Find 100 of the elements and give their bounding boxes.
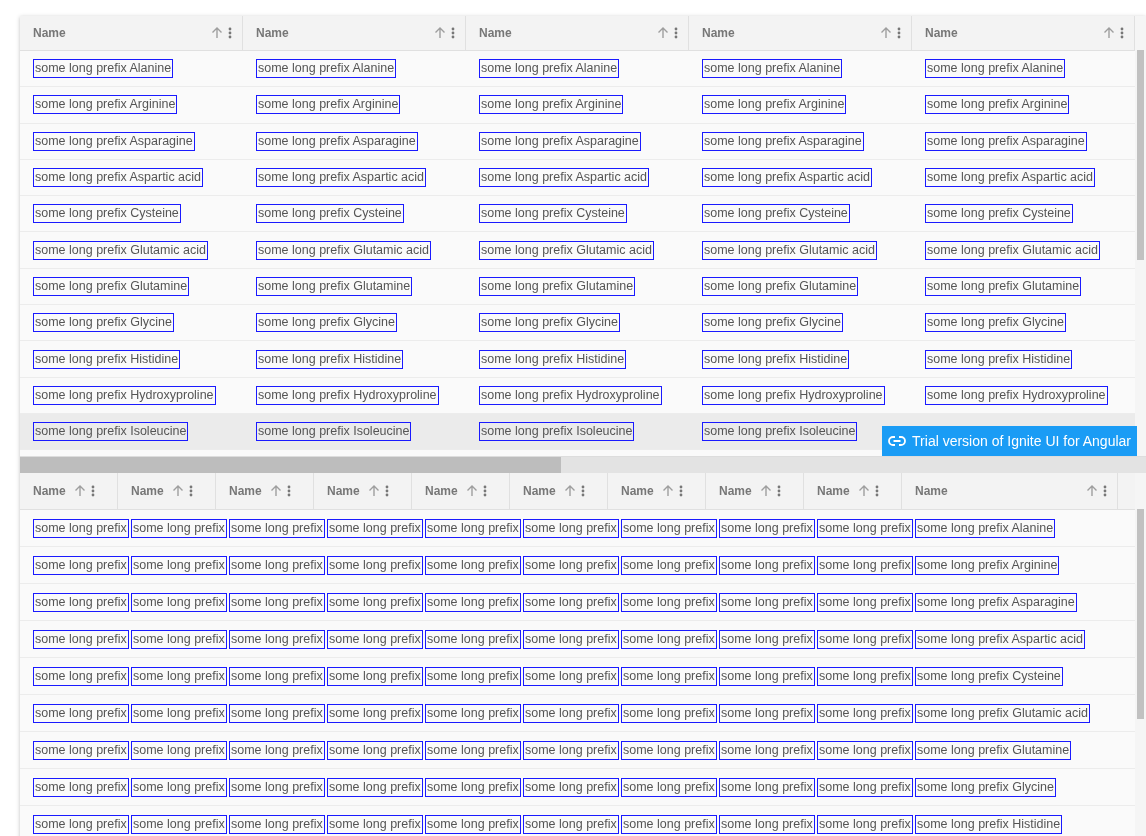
cell-text: some long prefix (229, 777, 325, 797)
sort-arrow-icon[interactable] (1086, 485, 1098, 498)
column-header[interactable]: Name (621, 484, 654, 499)
column-header[interactable]: Name (817, 484, 850, 499)
grid-row[interactable]: some long prefix Alanine some long prefix Alanine some long prefix Alanine some long prefix Alanine some long prefix Alanine (20, 51, 1135, 88)
cell-text: some long prefix Glycine (925, 313, 1066, 333)
more-options-icon[interactable] (482, 485, 487, 498)
more-options-icon[interactable] (1120, 27, 1124, 39)
grid-row[interactable]: some long prefix Aspartic acid some long prefix Aspartic acid some long prefix Aspartic acid some long prefix Aspartic acid some long prefix Aspartic acid (20, 159, 1135, 197)
cell-text: some long prefix (229, 518, 325, 538)
more-options-icon[interactable] (678, 485, 683, 498)
cell-text: some long prefix Aspartic acid (702, 168, 873, 188)
sort-arrow-icon[interactable] (211, 27, 223, 39)
cell-text: some long prefix (327, 666, 423, 686)
grid-row[interactable]: some long prefix Glutamine some long prefix Glutamine some long prefix Glutamine some long prefix Glutamine some long prefix Glutamine (20, 268, 1135, 306)
more-options-icon[interactable] (90, 485, 95, 498)
cell-text: some long prefix Glutamine (33, 276, 190, 296)
column-header[interactable]: Name (425, 484, 458, 499)
grid-row[interactable]: some long prefix some long prefix some long prefix some long prefix some long prefix some long prefix some long prefix some long prefix some long prefix some long prefix Glycine (20, 769, 1135, 807)
more-options-icon[interactable] (1103, 485, 1107, 498)
scrollbar-thumb[interactable] (1137, 50, 1144, 260)
column-header[interactable]: Name (33, 26, 66, 40)
grid-row[interactable]: some long prefix Arginine some long prefix Arginine some long prefix Arginine some long prefix Arginine some long prefix Arginine (20, 87, 1135, 124)
cell-text: some long prefix (33, 666, 129, 686)
cell-text: some long prefix (719, 814, 815, 834)
grid-row[interactable]: some long prefix some long prefix some long prefix some long prefix some long prefix some long prefix some long prefix some long prefix some long prefix some long prefix Glutamine (20, 732, 1135, 770)
sort-arrow-icon[interactable] (657, 27, 669, 39)
more-options-icon[interactable] (874, 485, 879, 498)
sort-arrow-icon[interactable] (1103, 27, 1115, 39)
grid-row[interactable]: some long prefix some long prefix some long prefix some long prefix some long prefix some long prefix some long prefix some long prefix some long prefix some long prefix Aspartic acid (20, 621, 1135, 659)
column-header[interactable]: Name (229, 484, 262, 499)
grid-row[interactable]: some long prefix Glutamic acid some long prefix Glutamic acid some long prefix Glutamic acid some long prefix Glutamic acid some long prefix Glutamic acid (20, 232, 1135, 269)
column-header[interactable]: Name (33, 484, 66, 499)
cell-text: some long prefix Asparagine (925, 131, 1087, 151)
more-options-icon[interactable] (580, 485, 585, 498)
column-header[interactable]: Name (256, 26, 289, 40)
column-header[interactable]: Name (131, 484, 164, 499)
column-header[interactable]: Name (915, 484, 948, 499)
cell-text: some long prefix Asparagine (479, 131, 641, 151)
cell-text: some long prefix (523, 703, 619, 723)
sort-arrow-icon[interactable] (73, 485, 86, 498)
column-header[interactable]: Name (479, 26, 512, 40)
cell-text: some long prefix Glutamine (479, 276, 636, 296)
grid-row[interactable]: some long prefix Histidine some long prefix Histidine some long prefix Histidine some long prefix Histidine some long prefix Histidine (20, 341, 1135, 378)
grid-row[interactable]: some long prefix Cysteine some long prefix Cysteine some long prefix Cysteine some long prefix Cysteine some long prefix Cysteine (20, 196, 1135, 233)
cell-text: some long prefix Histidine (479, 349, 627, 369)
grid-row[interactable]: some long prefix some long prefix some long prefix some long prefix some long prefix some long prefix some long prefix some long prefix some long prefix some long prefix Alanine (20, 510, 1135, 548)
more-options-icon[interactable] (188, 485, 193, 498)
grid-row[interactable]: some long prefix Hydroxyproline some long prefix Hydroxyproline some long prefix Hydroxyproline some long prefix Hydroxyproline some long prefix Hydroxyproline (20, 377, 1135, 414)
sort-arrow-icon[interactable] (563, 485, 576, 498)
cell-text: some long prefix Asparagine (33, 131, 195, 151)
cell-text: some long prefix Hydroxyproline (33, 385, 216, 405)
grid-row[interactable]: some long prefix some long prefix some long prefix some long prefix some long prefix some long prefix some long prefix some long prefix some long prefix some long prefix Cysteine (20, 658, 1135, 696)
grid-row[interactable]: some long prefix Glycine some long prefix Glycine some long prefix Glycine some long prefix Glycine some long prefix Glycine (20, 305, 1135, 342)
sort-arrow-icon[interactable] (171, 485, 184, 498)
cell-text: some long prefix Glutamic acid (479, 240, 654, 260)
scrollbar-thumb[interactable] (20, 457, 561, 474)
grid-row[interactable]: some long prefix Asparagine some long prefix Asparagine some long prefix Asparagine some long prefix Asparagine some long prefix Asparagine (20, 123, 1135, 160)
sort-arrow-icon[interactable] (434, 27, 446, 39)
sort-arrow-icon[interactable] (465, 485, 478, 498)
column-header[interactable]: Name (702, 26, 735, 40)
grid-row[interactable]: some long prefix some long prefix some long prefix some long prefix some long prefix some long prefix some long prefix some long prefix some long prefix some long prefix Asparagine (20, 584, 1135, 622)
more-options-icon[interactable] (286, 485, 291, 498)
more-options-icon[interactable] (897, 27, 901, 39)
cell-text: some long prefix (131, 777, 227, 797)
more-options-icon[interactable] (228, 27, 232, 39)
more-options-icon[interactable] (674, 27, 678, 39)
sort-arrow-icon[interactable] (880, 27, 892, 39)
sort-arrow-icon[interactable] (759, 485, 772, 498)
sort-arrow-icon[interactable] (857, 485, 870, 498)
column-header[interactable]: Name (925, 26, 958, 40)
grid-row[interactable]: some long prefix some long prefix some long prefix some long prefix some long prefix some long prefix some long prefix some long prefix some long prefix some long prefix Arginine (20, 547, 1135, 585)
more-options-icon[interactable] (384, 485, 389, 498)
sort-arrow-icon[interactable] (661, 485, 674, 498)
sort-arrow-icon[interactable] (269, 485, 282, 498)
cell-text: some long prefix (229, 666, 325, 686)
cell-text: some long prefix (229, 814, 325, 834)
cell-text: some long prefix Glutamine (915, 740, 1072, 760)
more-options-icon[interactable] (776, 485, 781, 498)
cell-text: some long prefix (523, 555, 619, 575)
cell-text: some long prefix (523, 629, 619, 649)
cell-text: some long prefix Aspartic acid (925, 168, 1096, 188)
column-header[interactable]: Name (523, 484, 556, 499)
grid-row[interactable]: some long prefix some long prefix some long prefix some long prefix some long prefix some long prefix some long prefix some long prefix some long prefix some long prefix Glutamic acid (20, 695, 1135, 733)
more-options-icon[interactable] (451, 27, 455, 39)
cell-text: some long prefix Glutamine (925, 276, 1082, 296)
cell-text: some long prefix (719, 740, 815, 760)
column-header[interactable]: Name (719, 484, 752, 499)
cell-text: some long prefix (327, 592, 423, 612)
cell-text: some long prefix (523, 666, 619, 686)
cell-text: some long prefix Hydroxyproline (925, 385, 1108, 405)
column-header[interactable]: Name (327, 484, 360, 499)
cell-text: some long prefix (33, 777, 129, 797)
cell-text: some long prefix Hydroxyproline (479, 385, 662, 405)
cell-text: some long prefix (131, 666, 227, 686)
cell-text: some long prefix Glutamic acid (925, 240, 1100, 260)
sort-arrow-icon[interactable] (367, 485, 380, 498)
cell-text: some long prefix Glutamic acid (702, 240, 877, 260)
scrollbar-thumb[interactable] (1137, 509, 1144, 720)
cell-text: some long prefix Arginine (702, 95, 847, 115)
